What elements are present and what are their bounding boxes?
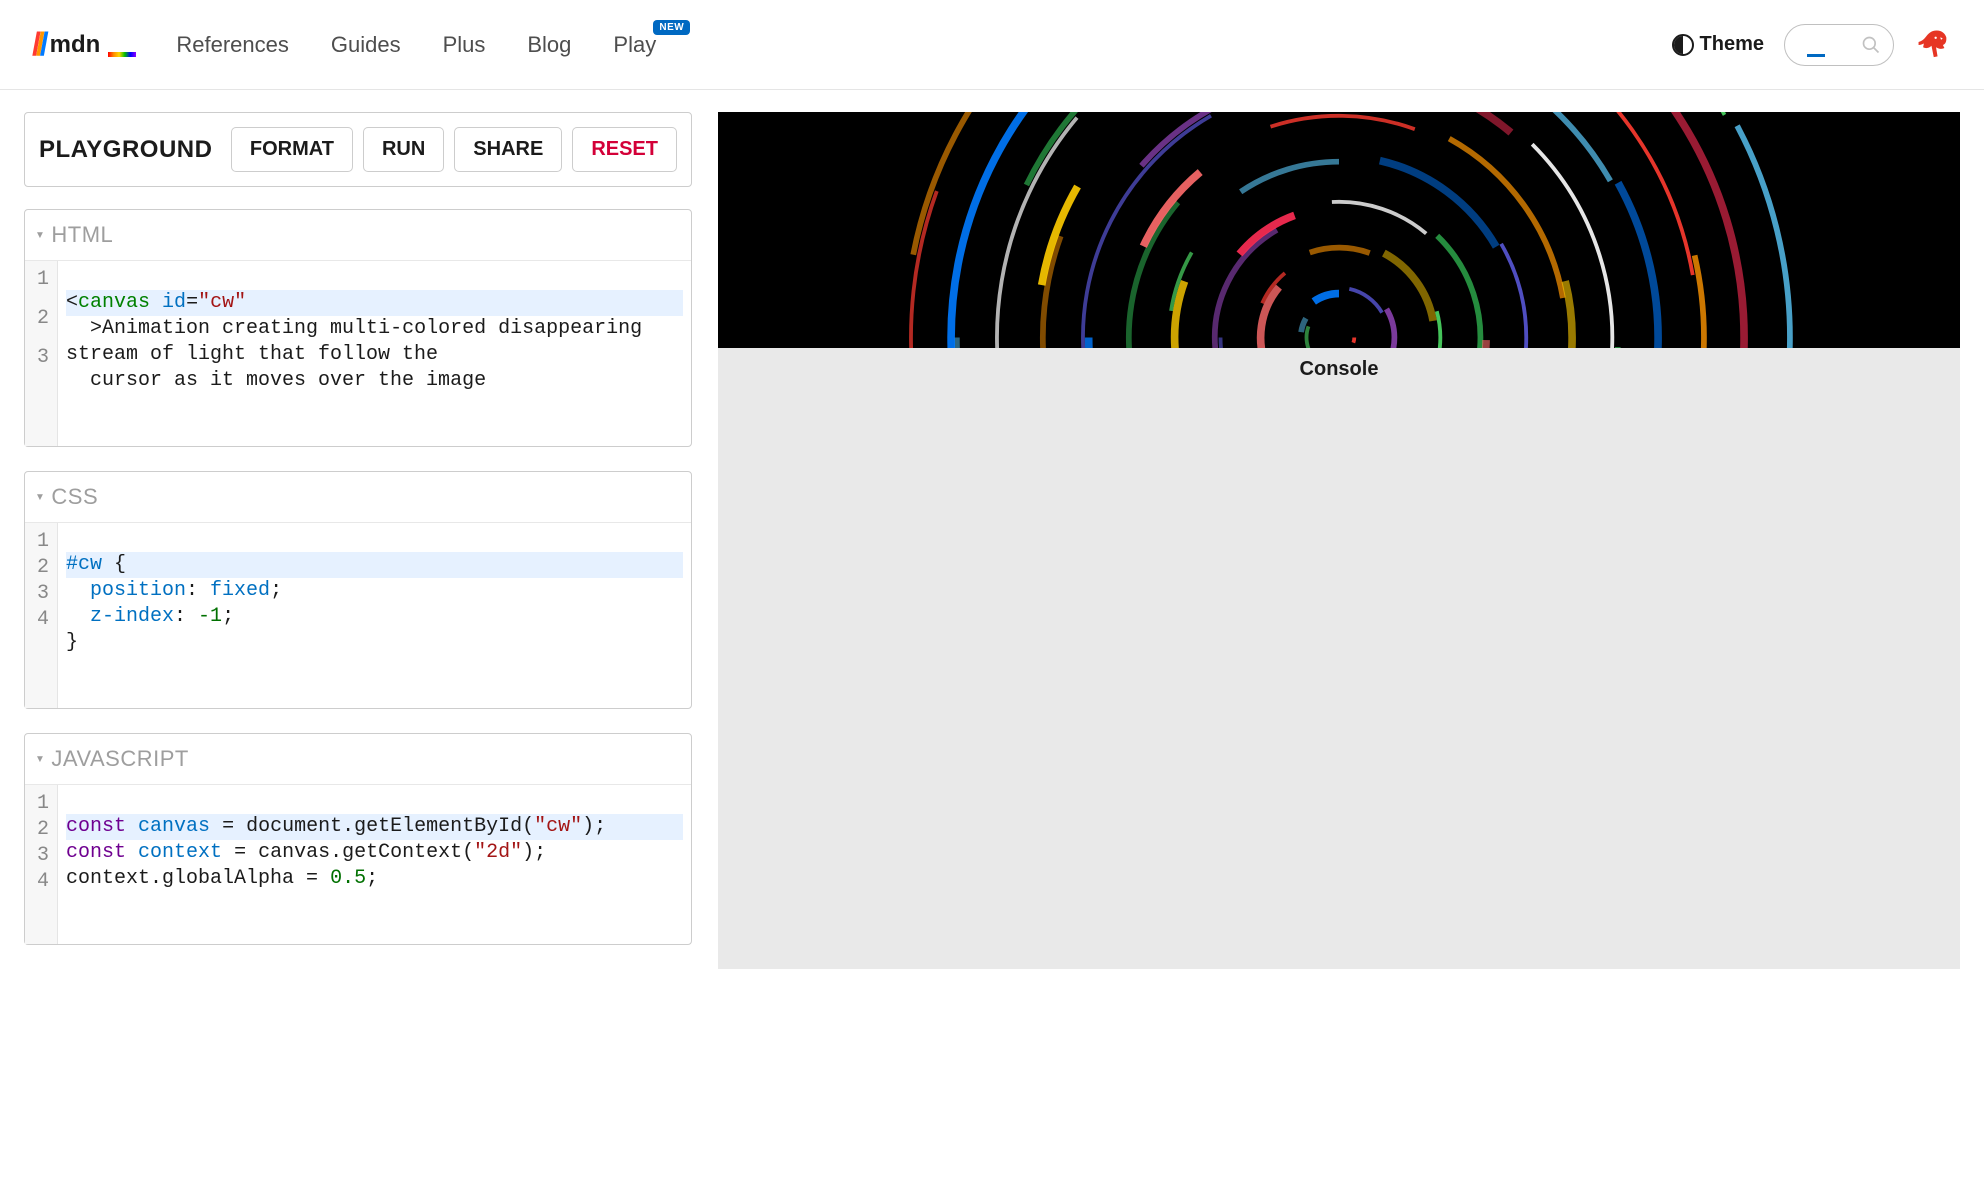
logo-underscore-icon [108, 52, 136, 57]
nav-blog[interactable]: Blog [527, 32, 571, 58]
output-panel: Console [718, 112, 1960, 969]
spiral-animation-icon [718, 112, 1960, 348]
css-panel-header[interactable]: ▼ CSS [25, 472, 691, 523]
html-panel-header[interactable]: ▼ HTML [25, 210, 691, 261]
main-nav: References Guides Plus Blog Play NEW [176, 32, 656, 58]
console-header[interactable]: Console [718, 348, 1960, 391]
search-icon [1861, 35, 1881, 55]
nav-plus[interactable]: Plus [443, 32, 486, 58]
css-code[interactable]: #cw { position: fixed; z-index: -1;} [58, 523, 691, 708]
output-column: Console [718, 112, 1960, 969]
js-panel-header[interactable]: ▼ JAVASCRIPT [25, 734, 691, 785]
run-button[interactable]: RUN [363, 127, 444, 172]
playground-toolbar: PLAYGROUND FORMAT RUN SHARE RESET [24, 112, 692, 187]
chevron-down-icon: ▼ [35, 492, 45, 503]
html-panel: ▼ HTML 1 2 3 <canvas id="cw" >Animation … [24, 209, 692, 447]
html-gutter: 1 2 3 [25, 261, 58, 446]
site-header: /// mdn References Guides Plus Blog Play… [0, 0, 1984, 90]
main-content: PLAYGROUND FORMAT RUN SHARE RESET ▼ HTML… [0, 90, 1984, 991]
css-panel-label: CSS [51, 484, 98, 510]
mdn-logo[interactable]: /// mdn [32, 26, 136, 63]
logo-text: mdn [50, 31, 101, 59]
logo-slashes-icon: /// [32, 26, 44, 63]
js-gutter: 1 2 3 4 [25, 785, 58, 944]
chevron-down-icon: ▼ [35, 754, 45, 765]
console-label: Console [1300, 358, 1379, 380]
html-panel-label: HTML [51, 222, 113, 248]
theme-label: Theme [1700, 33, 1764, 56]
js-editor[interactable]: 1 2 3 4 const canvas = document.getEleme… [25, 785, 691, 944]
nav-guides[interactable]: Guides [331, 32, 401, 58]
format-button[interactable]: FORMAT [231, 127, 353, 172]
js-panel: ▼ JAVASCRIPT 1 2 3 4 const canvas = docu… [24, 733, 692, 945]
reset-button[interactable]: RESET [572, 127, 677, 172]
js-code[interactable]: const canvas = document.getElementById("… [58, 785, 691, 944]
css-gutter: 1 2 3 4 [25, 523, 58, 708]
nav-play[interactable]: Play NEW [613, 32, 656, 58]
nav-references[interactable]: References [176, 32, 289, 58]
share-button[interactable]: SHARE [454, 127, 562, 172]
header-right: Theme [1672, 24, 1952, 66]
search-cursor-icon [1807, 54, 1825, 57]
playground-title: PLAYGROUND [39, 136, 212, 164]
chevron-down-icon: ▼ [35, 230, 45, 241]
js-panel-label: JAVASCRIPT [51, 746, 188, 772]
theme-button[interactable]: Theme [1672, 33, 1764, 56]
css-editor[interactable]: 1 2 3 4 #cw { position: fixed; z-index: … [25, 523, 691, 708]
nav-play-label: Play [613, 32, 656, 57]
css-panel: ▼ CSS 1 2 3 4 #cw { position: fixed; z-i… [24, 471, 692, 709]
editor-column: PLAYGROUND FORMAT RUN SHARE RESET ▼ HTML… [24, 112, 692, 969]
mozilla-dino-icon[interactable] [1914, 26, 1952, 64]
html-editor[interactable]: 1 2 3 <canvas id="cw" >Animation creatin… [25, 261, 691, 446]
theme-icon [1672, 34, 1694, 56]
canvas-preview[interactable] [718, 112, 1960, 348]
html-code[interactable]: <canvas id="cw" >Animation creating mult… [58, 261, 691, 446]
search-input[interactable] [1784, 24, 1894, 66]
console-body[interactable] [718, 391, 1960, 969]
new-badge: NEW [653, 20, 690, 35]
